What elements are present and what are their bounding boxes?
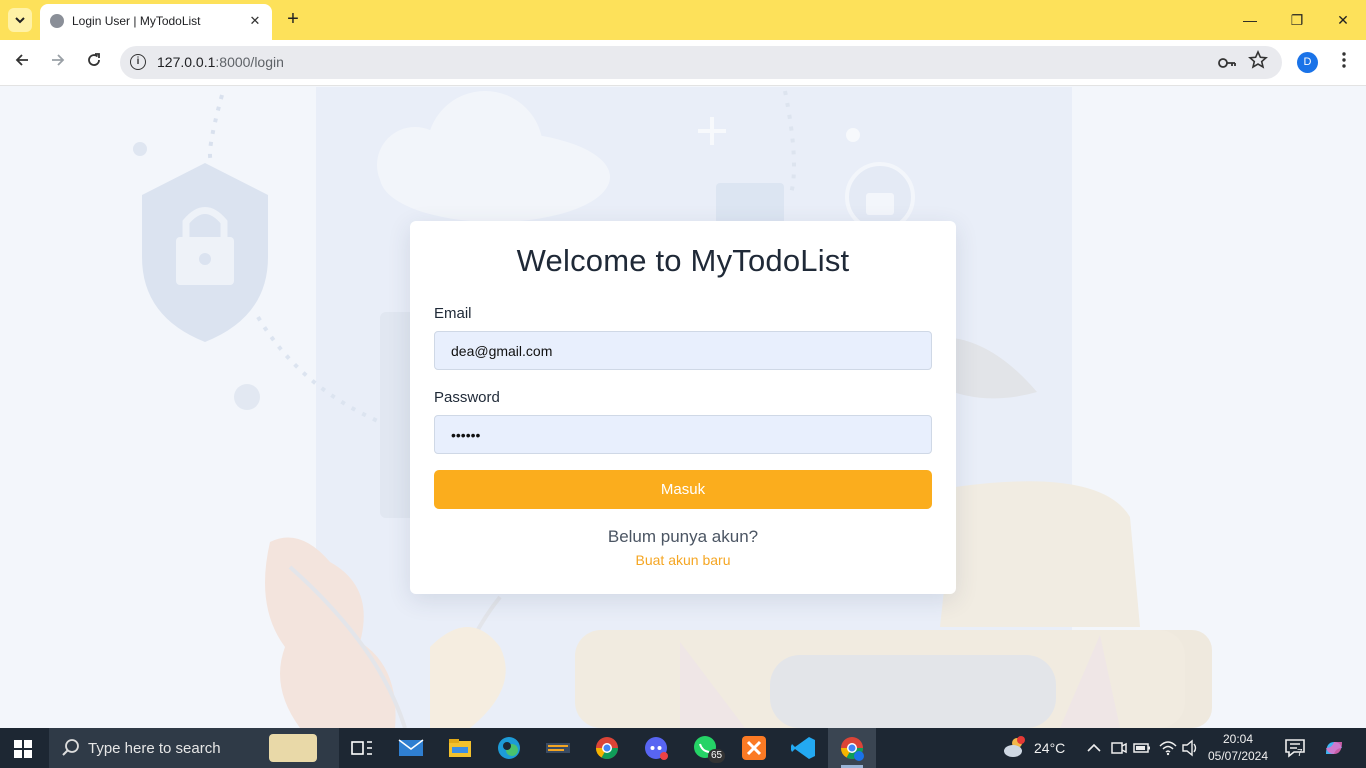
register-link[interactable]: Buat akun baru	[410, 552, 956, 568]
meet-now-icon[interactable]	[1108, 734, 1128, 762]
url-host: 127.0.0.1	[157, 54, 216, 70]
close-window-button[interactable]: ✕	[1331, 8, 1355, 32]
profile-avatar[interactable]: D	[1297, 52, 1318, 73]
browser-toolbar: i 127.0.0.1:8000/login D	[0, 40, 1366, 86]
search-icon	[62, 739, 79, 756]
login-title: Welcome to MyTodoList	[516, 243, 850, 278]
whatsapp-unread-badge: 65	[708, 749, 726, 763]
vscode-icon[interactable]	[789, 734, 817, 762]
new-tab-button[interactable]: +	[282, 9, 304, 31]
notification-count: 7	[1297, 748, 1303, 759]
search-highlight-icon	[269, 734, 317, 762]
chevron-up-icon[interactable]	[1084, 734, 1104, 762]
arrow-right-icon	[52, 54, 65, 66]
url-path: :8000/login	[215, 54, 284, 70]
reload-button[interactable]	[82, 51, 106, 75]
weather-icon[interactable]	[1001, 734, 1029, 762]
chevron-down-icon	[15, 17, 25, 24]
chrome-profile-icon[interactable]	[838, 734, 866, 762]
forward-button[interactable]	[46, 51, 70, 75]
battery-icon[interactable]	[1132, 734, 1152, 762]
edge-icon[interactable]	[495, 734, 523, 762]
task-view-icon[interactable]	[348, 734, 376, 762]
weather-temperature: 24°C	[1034, 740, 1066, 756]
notification-center-icon[interactable]	[1282, 734, 1310, 762]
windows-start-icon[interactable]	[14, 740, 32, 758]
taskbar-search-box[interactable]: Type here to search	[49, 728, 339, 768]
browser-menu-button[interactable]	[1334, 51, 1354, 75]
wifi-icon[interactable]	[1158, 734, 1178, 762]
minimize-button[interactable]: —	[1238, 8, 1262, 32]
tab-title: Login User | MyTodoList	[72, 14, 201, 28]
bookmark-star-icon[interactable]	[1248, 50, 1268, 70]
browser-tab[interactable]: Login User | MyTodoList ✕	[40, 4, 272, 40]
login-card: Welcome to MyTodoList Email Password Mas…	[410, 221, 956, 594]
email-field[interactable]	[434, 331, 932, 370]
email-label: Email	[434, 305, 472, 322]
url-text[interactable]: 127.0.0.1:8000/login	[157, 54, 284, 70]
arrow-left-icon	[15, 54, 28, 66]
file-explorer-icon[interactable]	[446, 734, 474, 762]
mail-icon[interactable]	[397, 734, 425, 762]
login-submit-button[interactable]: Masuk	[434, 470, 932, 509]
discord-icon[interactable]	[642, 734, 670, 762]
tab-close-button[interactable]: ✕	[246, 12, 264, 30]
password-field[interactable]	[434, 415, 932, 454]
clock-date: 05/07/2024	[1207, 749, 1269, 763]
browser-titlebar: Login User | MyTodoList ✕ + — ❐ ✕	[0, 0, 1366, 40]
windows-taskbar: Type here to search 65 24°C 20:04 05/07/…	[0, 728, 1366, 768]
taskbar-clock[interactable]: 20:04 05/07/2024	[1200, 731, 1276, 765]
reload-icon	[88, 53, 100, 66]
copilot-icon[interactable]	[1320, 734, 1348, 762]
login-page: Welcome to MyTodoList Email Password Mas…	[0, 87, 1366, 728]
restore-button[interactable]: ❐	[1285, 8, 1309, 32]
clock-time: 20:04	[1222, 732, 1254, 746]
back-button[interactable]	[10, 51, 34, 75]
search-placeholder: Type here to search	[88, 740, 221, 757]
register-prompt: Belum punya akun?	[607, 527, 759, 546]
globe-icon	[50, 14, 64, 28]
xampp-icon[interactable]	[740, 734, 768, 762]
address-bar[interactable]: i 127.0.0.1:8000/login	[120, 46, 1282, 79]
password-key-icon[interactable]	[1216, 52, 1238, 74]
more-vertical-icon	[1342, 52, 1346, 68]
password-label: Password	[434, 389, 500, 406]
volume-icon[interactable]	[1180, 734, 1200, 762]
sublime-icon[interactable]	[544, 734, 572, 762]
tab-search-button[interactable]	[8, 8, 32, 32]
site-info-icon[interactable]: i	[130, 54, 146, 70]
chrome-icon[interactable]	[593, 734, 621, 762]
